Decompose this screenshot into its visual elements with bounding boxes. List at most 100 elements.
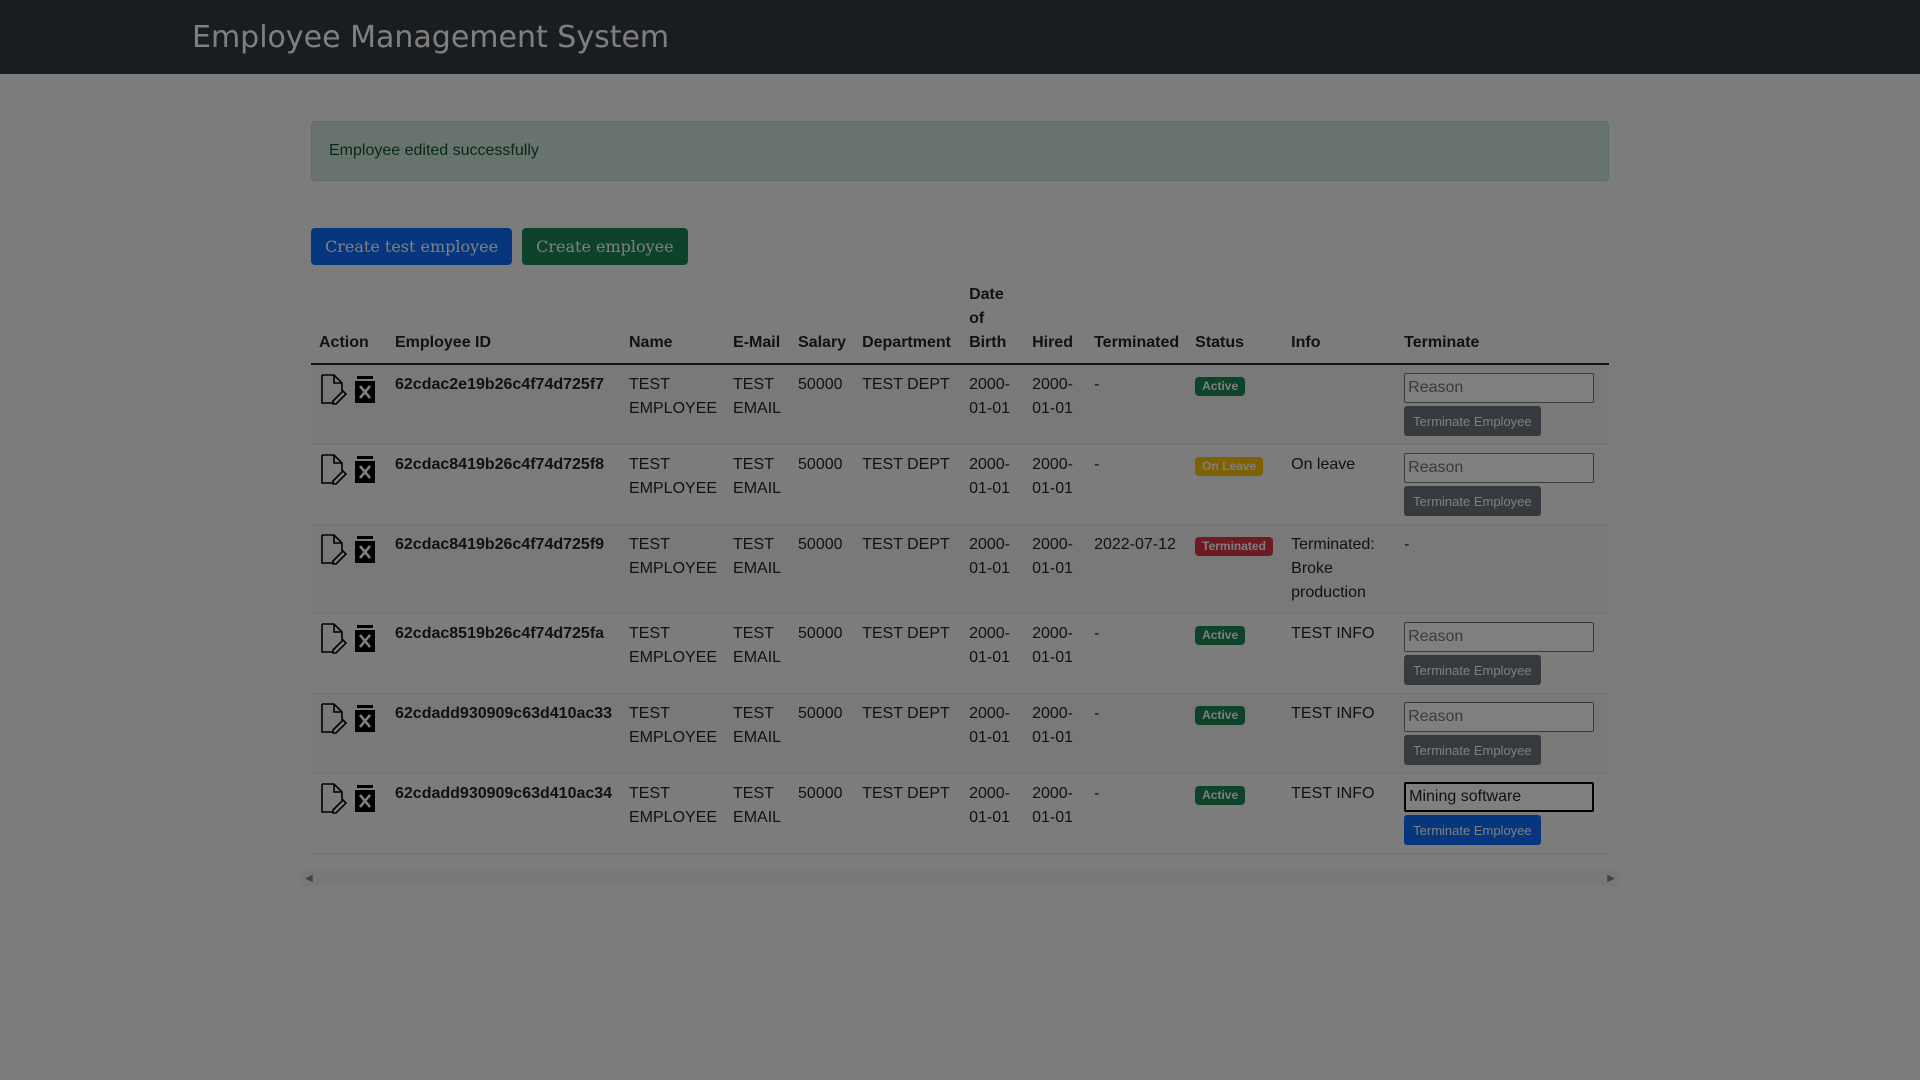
dob-line-1: 2000- [969,456,1010,473]
employee-table: Action Employee ID Name E-Mail Salary De… [311,275,1609,854]
name-cell: TEST EMPLOYEE [621,364,726,445]
email-line-1: TEST [733,705,774,722]
name-line-2: EMPLOYEE [629,400,718,417]
salary-cell: 50000 [790,613,855,694]
terminated-cell: - [1086,364,1188,445]
reason-input[interactable] [1404,782,1595,812]
hired-line-1: 2000- [1032,536,1073,553]
header-status: Status [1187,275,1284,365]
name-line-2: EMPLOYEE [629,480,718,497]
header-action: Action [311,275,387,365]
header-date-of-birth: Date of Birth [961,275,1025,365]
table-row: 62cdac8519b26c4f74d725fa TEST EMPLOYEE TE… [311,613,1609,694]
create-test-employee-button[interactable]: Create test employee [311,228,513,265]
delete-x-icon[interactable] [351,622,379,654]
email-cell: TEST EMAIL [725,524,791,614]
terminate-cell: - [1396,524,1609,614]
table-row: 62cdac8419b26c4f74d725f8 TEST EMPLOYEE TE… [311,444,1609,525]
hired-cell: 2000- 01-01 [1024,524,1087,614]
header-department: Department [854,275,962,365]
table-row: 62cdadd930909c63d410ac34 TEST EMPLOYEE TE… [311,773,1609,854]
employee-id-cell: 62cdac8519b26c4f74d725fa [387,613,621,694]
terminate-employee-button[interactable]: Terminate Employee [1404,655,1541,685]
header-email: E-Mail [725,275,791,365]
hired-line-1: 2000- [1032,456,1073,473]
employee-id-cell: 62cdac2e19b26c4f74d725f7 [387,364,621,445]
name-cell: TEST EMPLOYEE [621,613,726,694]
edit-document-icon[interactable] [319,782,347,814]
delete-x-icon[interactable] [351,373,379,405]
horizontal-scrollbar[interactable]: ◀ ▶ [301,870,1619,886]
employee-id-cell: 62cdac8419b26c4f74d725f8 [387,444,621,525]
employee-id-cell: 62cdadd930909c63d410ac34 [387,773,621,854]
dob-cell: 2000- 01-01 [961,693,1025,774]
header-dob-line-2: of [969,310,985,327]
hired-line-2: 01-01 [1032,809,1073,826]
app-title[interactable]: Employee Management System [192,20,669,55]
reason-input[interactable] [1404,453,1595,483]
salary-cell: 50000 [790,444,855,525]
name-cell: TEST EMPLOYEE [621,773,726,854]
email-line-1: TEST [733,625,774,642]
email-line-1: TEST [733,536,774,553]
create-employee-button[interactable]: Create employee [522,228,688,265]
terminated-cell: - [1086,773,1188,854]
success-alert: Employee edited successfully [311,121,1609,181]
terminate-cell: Terminate Employee [1396,773,1609,854]
delete-x-icon[interactable] [351,782,379,814]
employee-id-cell: 62cdadd930909c63d410ac33 [387,693,621,774]
scroll-right-arrow-icon[interactable]: ▶ [1607,873,1615,884]
reason-input[interactable] [1404,702,1595,732]
name-line-1: TEST [629,456,670,473]
edit-document-icon[interactable] [319,453,347,485]
dob-line-2: 01-01 [969,649,1010,666]
terminate-cell: Terminate Employee [1396,444,1609,525]
header-terminated: Terminated [1086,275,1188,365]
header-terminate: Terminate [1396,275,1609,365]
action-cell [311,364,387,445]
name-line-1: TEST [629,625,670,642]
status-cell: On Leave [1187,444,1284,525]
hired-cell: 2000- 01-01 [1024,693,1087,774]
edit-document-icon[interactable] [319,533,347,565]
dob-line-1: 2000- [969,705,1010,722]
email-line-1: TEST [733,785,774,802]
terminate-employee-button[interactable]: Terminate Employee [1404,406,1541,436]
terminate-employee-button[interactable]: Terminate Employee [1404,735,1541,765]
status-cell: Active [1187,364,1284,445]
info-line-1: Terminated: [1291,536,1375,553]
header-salary: Salary [790,275,855,365]
dob-line-2: 01-01 [969,400,1010,417]
action-buttons: Create test employee Create employee [311,228,1609,265]
status-cell: Active [1187,773,1284,854]
table-header-row: Action Employee ID Name E-Mail Salary De… [311,275,1609,365]
dob-line-1: 2000- [969,785,1010,802]
hired-cell: 2000- 01-01 [1024,444,1087,525]
reason-input[interactable] [1404,622,1595,652]
edit-document-icon[interactable] [319,702,347,734]
terminated-cell: - [1086,444,1188,525]
reason-input[interactable] [1404,373,1595,403]
terminate-employee-button[interactable]: Terminate Employee [1404,486,1541,516]
delete-x-icon[interactable] [351,533,379,565]
scroll-left-arrow-icon[interactable]: ◀ [305,873,313,884]
employee-id-cell: 62cdac8419b26c4f74d725f9 [387,524,621,614]
status-badge: Active [1195,626,1246,645]
email-line-2: EMAIL [733,480,782,497]
name-line-2: EMPLOYEE [629,729,718,746]
delete-x-icon[interactable] [351,702,379,734]
dob-line-2: 01-01 [969,560,1010,577]
status-badge: Active [1195,377,1246,396]
name-line-2: EMPLOYEE [629,809,718,826]
header-info: Info [1283,275,1397,365]
delete-x-icon[interactable] [351,453,379,485]
hired-line-2: 01-01 [1032,729,1073,746]
hired-cell: 2000- 01-01 [1024,773,1087,854]
hired-line-1: 2000- [1032,705,1073,722]
dob-cell: 2000- 01-01 [961,444,1025,525]
edit-document-icon[interactable] [319,622,347,654]
terminate-employee-button[interactable]: Terminate Employee [1404,815,1541,845]
edit-document-icon[interactable] [319,373,347,405]
terminated-cell: 2022-07-12 [1086,524,1188,614]
hired-line-2: 01-01 [1032,400,1073,417]
